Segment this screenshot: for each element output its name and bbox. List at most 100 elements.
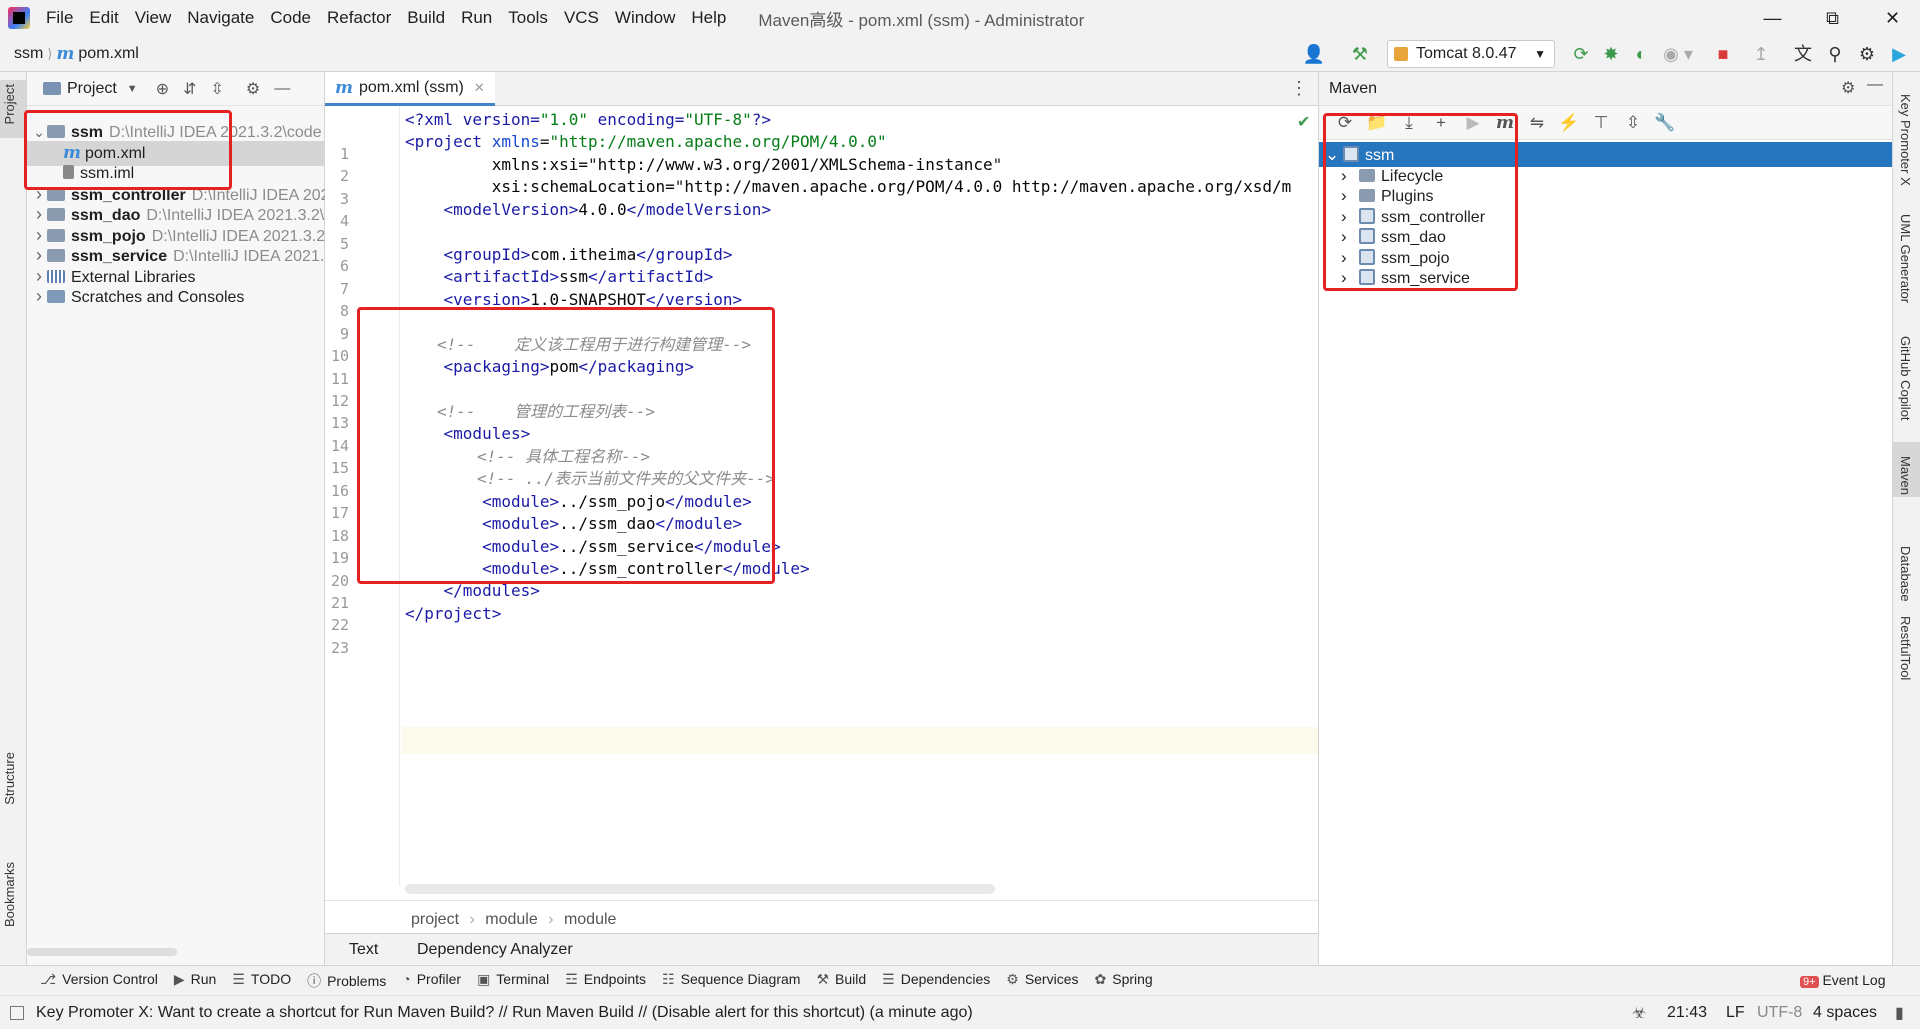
tool-tab-github-copilot[interactable]: GitHub Copilot bbox=[1893, 322, 1920, 432]
chevron-down-icon[interactable]: ▼ bbox=[127, 83, 138, 95]
menu-item-file[interactable]: File bbox=[38, 0, 81, 36]
chevron-right-icon[interactable]: › bbox=[31, 284, 47, 309]
tool-build[interactable]: ⚒ Build bbox=[816, 971, 866, 991]
status-toggle-icon[interactable] bbox=[10, 1005, 24, 1020]
tool-services[interactable]: ⚙ Services bbox=[1006, 971, 1078, 991]
editor-h-scrollbar[interactable] bbox=[405, 884, 995, 894]
tool-tab-restfultool[interactable]: RestfulTool bbox=[1893, 602, 1920, 692]
menu-item-tools[interactable]: Tools bbox=[500, 0, 556, 36]
search-icon[interactable]: ⚲ bbox=[1822, 36, 1848, 72]
locate-file-icon[interactable]: ⊕ bbox=[156, 79, 169, 99]
menu-item-run[interactable]: Run bbox=[453, 0, 500, 36]
bookmarks-tool-tab[interactable]: Bookmarks bbox=[0, 862, 26, 952]
tool-terminal[interactable]: ▣ Terminal bbox=[477, 971, 549, 991]
tab-text[interactable]: Text bbox=[349, 941, 378, 959]
close-window-button[interactable]: ✕ bbox=[1865, 0, 1920, 36]
collapse-all-icon[interactable]: ⇳ bbox=[211, 79, 224, 99]
menu-item-code[interactable]: Code bbox=[262, 0, 319, 36]
coverage-icon[interactable]: ◐ bbox=[1628, 36, 1654, 72]
show-dependencies-icon[interactable]: ⊤ bbox=[1585, 113, 1617, 133]
memory-indicator-icon[interactable]: ▮ bbox=[1895, 1003, 1904, 1023]
menu-item-view[interactable]: View bbox=[127, 0, 180, 36]
menu-item-window[interactable]: Window bbox=[607, 0, 683, 36]
tool-version-control[interactable]: ⎇ Version Control bbox=[40, 971, 158, 991]
status-time[interactable]: 21:43 bbox=[1667, 1004, 1707, 1022]
project-view-select[interactable]: Project bbox=[67, 80, 117, 98]
minimize-button[interactable]: — bbox=[1745, 0, 1800, 36]
structure-tool-tab[interactable]: Structure bbox=[0, 752, 26, 832]
collapse-all-icon[interactable]: ⇳ bbox=[1617, 113, 1649, 133]
tool-endpoints[interactable]: ☲ Endpoints bbox=[565, 971, 646, 991]
stop-icon[interactable]: ■ bbox=[1710, 36, 1736, 72]
tool-label: Version Control bbox=[62, 970, 158, 987]
status-indent[interactable]: 4 spaces bbox=[1813, 1004, 1877, 1022]
menu-item-build[interactable]: Build bbox=[399, 0, 453, 36]
line-number: 11 bbox=[330, 369, 349, 388]
fold-marker bbox=[330, 724, 338, 732]
hide-panel-icon[interactable]: — bbox=[1867, 76, 1883, 94]
status-encoding[interactable]: UTF-8 bbox=[1757, 1004, 1802, 1022]
attach-icon[interactable]: ↥ bbox=[1748, 36, 1774, 72]
status-line-separator[interactable]: LF bbox=[1726, 1004, 1745, 1022]
breadcrumb-module[interactable]: module bbox=[485, 911, 537, 928]
line-number: 1 bbox=[339, 145, 349, 163]
translate-icon[interactable]: 文 bbox=[1790, 36, 1816, 72]
panel-settings-icon[interactable]: ⚙ bbox=[1841, 78, 1855, 98]
build-hammer-icon[interactable]: ⚒ bbox=[1346, 36, 1374, 72]
tool-icon: ✿ bbox=[1094, 970, 1107, 987]
profiler-run-icon[interactable]: ◉ ▾ bbox=[1658, 36, 1698, 72]
tree-item-label: ssm_dao bbox=[71, 207, 141, 224]
toggle-offline-icon[interactable]: ⇋ bbox=[1521, 113, 1553, 133]
tool-sequence-diagram[interactable]: ☷ Sequence Diagram bbox=[662, 971, 800, 991]
skip-tests-icon[interactable]: ⚡ bbox=[1553, 113, 1585, 133]
hide-panel-icon[interactable]: — bbox=[274, 80, 290, 98]
breadcrumb-pom[interactable]: pom.xml bbox=[74, 45, 142, 63]
tool-problems[interactable]: ⓘ Problems bbox=[307, 971, 386, 991]
menu-item-navigate[interactable]: Navigate bbox=[179, 0, 262, 36]
settings-gear-icon[interactable]: ⚙ bbox=[1854, 36, 1880, 72]
menu-item-help[interactable]: Help bbox=[683, 0, 734, 36]
panel-settings-icon[interactable]: ⚙ bbox=[246, 79, 260, 99]
tab-pom-xml[interactable]: m pom.xml (ssm) ✕ bbox=[325, 72, 495, 106]
run-config-select[interactable]: Tomcat 8.0.47 ▼ bbox=[1387, 40, 1555, 68]
tool-todo[interactable]: ☰ TODO bbox=[232, 971, 291, 991]
menu-item-edit[interactable]: Edit bbox=[81, 0, 126, 36]
code-line[interactable]: <modelVersion>4.0.0</modelVersion> bbox=[405, 196, 772, 223]
line-number: 17 bbox=[330, 504, 349, 523]
breadcrumb-module[interactable]: module bbox=[564, 911, 616, 928]
tool-tab-key-promoter-x[interactable]: Key Promoter X bbox=[1893, 80, 1920, 190]
tool-dependencies[interactable]: ☰ Dependencies bbox=[882, 971, 990, 991]
code-line[interactable]: </project> bbox=[405, 600, 501, 627]
intellij-logo-icon bbox=[8, 7, 30, 29]
copilot-disabled-icon[interactable]: ☣ bbox=[1632, 1003, 1646, 1023]
menu-item-refactor[interactable]: Refactor bbox=[319, 0, 399, 36]
maven-panel-header: Maven ⚙ — bbox=[1319, 72, 1892, 106]
tool-icon: ☰ bbox=[232, 970, 245, 987]
highlight-box bbox=[1323, 113, 1518, 291]
tool-spring[interactable]: ✿ Spring bbox=[1095, 971, 1153, 991]
user-icon[interactable]: 👤 bbox=[1296, 36, 1332, 72]
close-tab-icon[interactable]: ✕ bbox=[474, 80, 485, 96]
more-options-icon[interactable]: ⋮ bbox=[1290, 78, 1308, 99]
tool-tab-maven[interactable]: Maven bbox=[1893, 442, 1920, 497]
breadcrumb-project[interactable]: project bbox=[411, 911, 459, 928]
maven-settings-icon[interactable]: 🔧 bbox=[1649, 113, 1681, 133]
tab-dependency-analyzer[interactable]: Dependency Analyzer bbox=[417, 941, 573, 959]
toolbox-icon[interactable]: ▶ bbox=[1886, 36, 1912, 72]
tool-tab-uml-generator[interactable]: UML Generator bbox=[1893, 200, 1920, 310]
debug-icon[interactable]: ✸ bbox=[1598, 36, 1624, 72]
project-tool-tab[interactable]: Project bbox=[0, 80, 26, 138]
tool-tab-database[interactable]: Database bbox=[1893, 532, 1920, 602]
breadcrumb-ssm[interactable]: ssm bbox=[10, 45, 47, 63]
tool-profiler[interactable]: ◔ Profiler bbox=[402, 971, 461, 991]
horizontal-scrollbar[interactable] bbox=[27, 948, 177, 956]
restore-button[interactable]: ⧉ bbox=[1805, 0, 1860, 36]
status-message[interactable]: Key Promoter X: Want to create a shortcu… bbox=[36, 1004, 973, 1022]
menu-item-vcs[interactable]: VCS bbox=[556, 0, 607, 36]
project-tool-label: Project bbox=[2, 84, 17, 125]
tool-run[interactable]: ▶ Run bbox=[174, 971, 216, 991]
expand-all-icon[interactable]: ⇵ bbox=[183, 79, 196, 99]
tree-item[interactable]: › Scratches and Consoles bbox=[27, 284, 325, 309]
rerun-icon[interactable]: ⟳ bbox=[1568, 36, 1594, 72]
event-log-button[interactable]: 9+ Event Log bbox=[1800, 972, 1886, 988]
